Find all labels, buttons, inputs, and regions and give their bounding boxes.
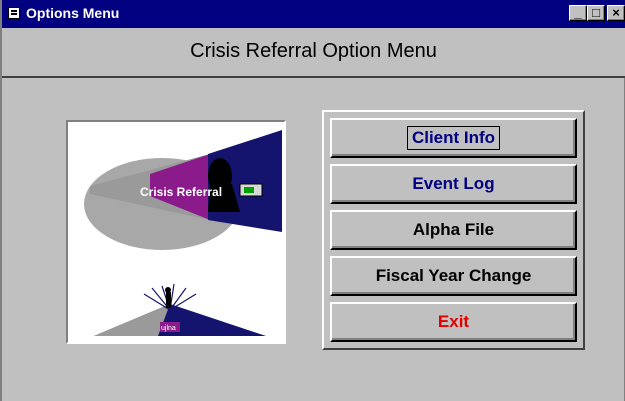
fiscal-year-change-label: Fiscal Year Change [375, 266, 532, 285]
logo-graphic: Crisis Referral ujlna [84, 130, 282, 336]
window-title: Options Menu [26, 5, 120, 21]
event-log-label: Event Log [412, 174, 495, 193]
close-icon: × [612, 5, 620, 20]
logo-label: Crisis Referral [140, 185, 222, 199]
minimize-button[interactable]: _ [569, 5, 587, 21]
logo-bottom-gray [94, 304, 170, 336]
logo-device-screen [244, 187, 254, 193]
exit-label: Exit [437, 312, 470, 331]
form-title: Crisis Referral Option Menu [190, 40, 437, 62]
minimize-icon: _ [574, 5, 582, 20]
client-info-label: Client Info [406, 126, 501, 150]
menu-buttons-group: Client Info Event Log Alpha File Fiscal … [322, 110, 585, 350]
logo-figure-head [165, 287, 171, 293]
title-bar[interactable]: Options Menu _ □ × [2, 0, 625, 28]
crisis-referral-logo: Crisis Referral ujlna [66, 120, 286, 344]
alpha-file-label: Alpha File [412, 220, 495, 239]
maximize-button[interactable]: □ [587, 5, 605, 21]
client-info-button[interactable]: Client Info [330, 118, 577, 158]
logo-figure [166, 292, 171, 308]
maximize-icon: □ [592, 5, 600, 20]
event-log-button[interactable]: Event Log [330, 164, 577, 204]
fiscal-year-change-button[interactable]: Fiscal Year Change [330, 256, 577, 296]
close-button[interactable]: × [607, 5, 625, 21]
exit-button[interactable]: Exit [330, 302, 577, 342]
logo-small-label: ujlna [161, 325, 176, 332]
form-icon[interactable] [8, 7, 20, 19]
options-window: Options Menu _ □ × Crisis Referral Optio… [0, 0, 625, 401]
form-header: Crisis Referral Option Menu [2, 28, 625, 78]
alpha-file-button[interactable]: Alpha File [330, 210, 577, 250]
